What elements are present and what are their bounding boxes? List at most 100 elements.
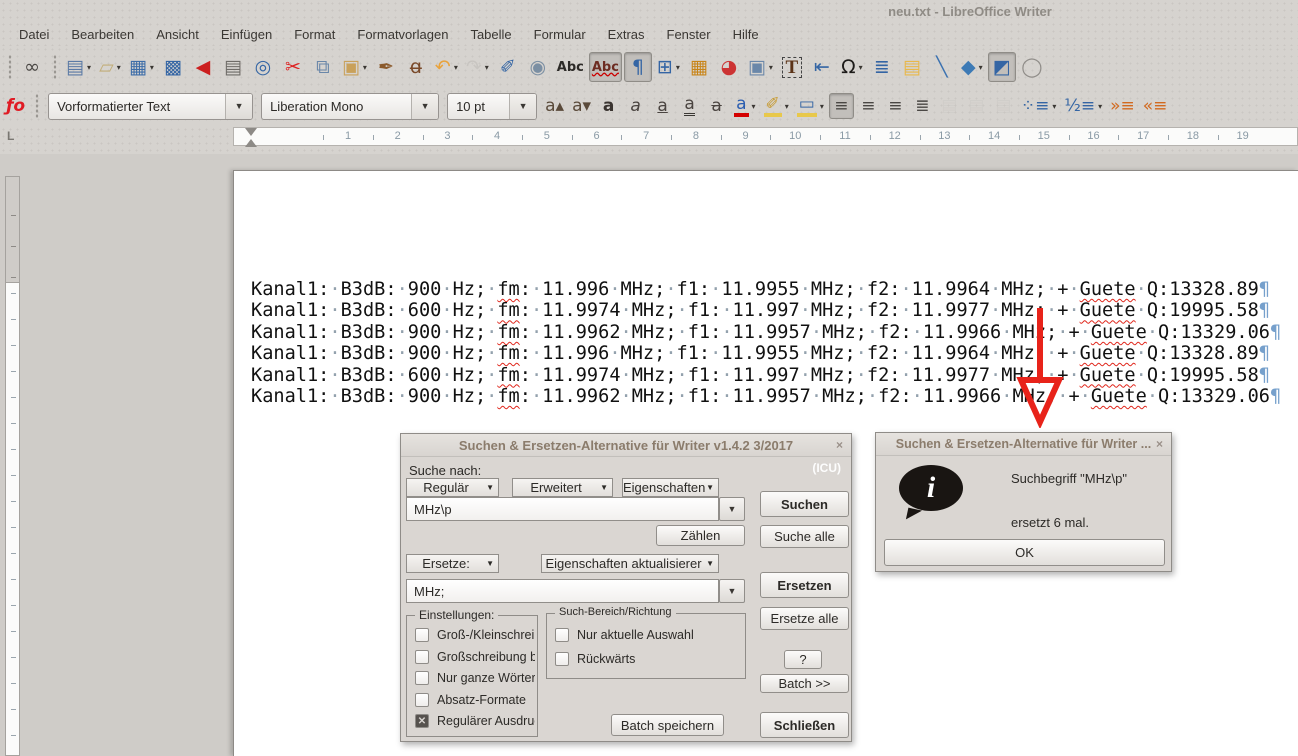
export-pdf-icon[interactable]: ◀ — [189, 52, 217, 82]
replace-all-button[interactable]: Ersetze alle — [760, 607, 849, 630]
paragraph-style-combo[interactable]: Vorformatierter Text ▼ — [48, 93, 253, 120]
unchecked-checkbox-icon[interactable] — [415, 671, 429, 685]
shrink-font-icon[interactable]: a▾ — [569, 93, 594, 119]
menu-datei[interactable]: Datei — [8, 24, 60, 46]
insert-line-icon[interactable]: ╲ — [928, 52, 956, 82]
chevron-down-icon[interactable]: ▾ — [485, 63, 489, 72]
font-name-combo[interactable]: Liberation Mono ▼ — [261, 93, 439, 120]
search-all-button[interactable]: Suche alle — [760, 525, 849, 548]
replace-input[interactable]: MHz; — [406, 579, 719, 603]
save-icon[interactable]: ▦▾ — [126, 52, 157, 82]
toolbar-grip[interactable] — [33, 93, 40, 119]
align-center-icon[interactable]: ≡ — [856, 93, 881, 119]
navigator-icon[interactable]: ◉ — [524, 52, 552, 82]
replace-button[interactable]: Ersetzen — [760, 572, 849, 598]
undo-icon[interactable]: ↶▾ — [432, 52, 461, 82]
spellcheck-icon[interactable]: Abc — [554, 52, 587, 82]
clear-formatting-icon[interactable]: ɑ̶ — [402, 52, 430, 82]
basic-shapes-icon[interactable]: ◆▾ — [958, 52, 986, 82]
auto-spellcheck-icon[interactable]: Abc — [589, 52, 622, 82]
menu-formatvorlagen[interactable]: Formatvorlagen — [346, 24, 459, 46]
unchecked-checkbox-icon[interactable] — [415, 693, 429, 707]
chevron-down-icon[interactable]: ▼ — [509, 94, 536, 119]
increase-indent-icon[interactable]: »≡ — [1107, 93, 1138, 119]
zoom-icon[interactable]: ◯ — [1018, 52, 1046, 82]
font-color-icon[interactable]: a▾ — [731, 93, 758, 119]
vertical-ruler[interactable] — [5, 176, 20, 756]
update-properties-dropdown[interactable]: Eigenschaften aktualisierer ▼ — [541, 554, 719, 573]
search-history-dropdown-icon[interactable]: ▼ — [719, 497, 745, 521]
clone-formatting-icon[interactable]: ✒ — [372, 52, 400, 82]
decrease-indent-icon[interactable]: «≡ — [1140, 93, 1171, 119]
help-button[interactable]: ? — [784, 650, 822, 669]
count-button[interactable]: Zählen — [656, 525, 745, 546]
menu-bearbeiten[interactable]: Bearbeiten — [60, 24, 145, 46]
menu-extras[interactable]: Extras — [597, 24, 656, 46]
scope-checkbox[interactable]: Rückwärts — [555, 652, 743, 666]
toolbar-grip[interactable] — [51, 54, 58, 80]
search-input[interactable]: MHz\p — [406, 497, 719, 521]
align-justify-icon[interactable]: ≣ — [910, 93, 935, 119]
print-preview-icon[interactable]: ◎ — [249, 52, 277, 82]
save-timestamp-icon[interactable]: ▩ — [159, 52, 187, 82]
insert-table-icon[interactable]: ⊞▾ — [654, 52, 683, 82]
spacing-1-icon[interactable]: ▤ — [937, 93, 962, 119]
chevron-down-icon[interactable]: ▾ — [1052, 102, 1056, 111]
horizontal-ruler[interactable]: 12345678910111213141516171819 — [233, 127, 1298, 146]
formatting-marks-icon[interactable]: ¶ — [624, 52, 652, 82]
indent-marker[interactable] — [244, 128, 258, 147]
dialog-title-bar[interactable]: Suchen & Ersetzen-Alternative für Writer… — [876, 433, 1171, 456]
replace-dropdown[interactable]: Ersetze: ▼ — [406, 554, 499, 573]
spacing-3-icon[interactable]: ▤ — [991, 93, 1016, 119]
align-right-icon[interactable]: ≡ — [883, 93, 908, 119]
chevron-down-icon[interactable]: ▾ — [752, 102, 756, 111]
bullet-list-icon[interactable]: ⁘≡▾ — [1018, 93, 1060, 119]
grow-font-icon[interactable]: a▴ — [542, 93, 567, 119]
setting-checkbox[interactable]: Großschreibung beib — [415, 650, 535, 664]
background-color-icon[interactable]: ▭▾ — [794, 93, 827, 119]
regular-dropdown[interactable]: Regulär ▼ — [406, 478, 499, 497]
setting-checkbox[interactable]: Nur ganze Wörter — [415, 671, 535, 685]
chevron-down-icon[interactable]: ▾ — [363, 63, 367, 72]
align-left-icon[interactable]: ≡ — [829, 93, 854, 119]
find-toolbar-icon[interactable]: ∞ — [18, 52, 46, 82]
redo-icon[interactable]: ↷▾ — [463, 52, 492, 82]
chevron-down-icon[interactable]: ▾ — [87, 63, 91, 72]
double-underline-a-icon[interactable]: a — [677, 93, 702, 119]
menu-ansicht[interactable]: Ansicht — [145, 24, 210, 46]
close-icon[interactable]: × — [836, 438, 843, 452]
chevron-down-icon[interactable]: ▾ — [150, 63, 154, 72]
show-draw-functions-icon[interactable]: ◩ — [988, 52, 1016, 82]
numbered-list-icon[interactable]: ½≡▾ — [1061, 93, 1105, 119]
chevron-down-icon[interactable]: ▼ — [225, 94, 252, 119]
insert-frame-icon[interactable]: ▣▾ — [745, 52, 776, 82]
checked-checkbox-icon[interactable]: ✕ — [415, 714, 429, 728]
chevron-down-icon[interactable]: ▼ — [411, 94, 438, 119]
highlight-color-icon[interactable]: ✐▾ — [761, 93, 792, 119]
menu-format[interactable]: Format — [283, 24, 346, 46]
insert-page-break-icon[interactable]: ⇤ — [808, 52, 836, 82]
unchecked-checkbox-icon[interactable] — [415, 628, 429, 642]
strikethrough-a-icon[interactable]: a — [704, 93, 729, 119]
toolbar-grip[interactable] — [6, 54, 13, 80]
macro-logo-icon[interactable]: ƒo — [3, 93, 28, 119]
chevron-down-icon[interactable]: ▾ — [769, 63, 773, 72]
dialog-title-bar[interactable]: Suchen & Ersetzen-Alternative für Writer… — [401, 434, 851, 457]
batch-button[interactable]: Batch >> — [760, 674, 849, 693]
batch-save-button[interactable]: Batch speichern — [611, 714, 724, 736]
chevron-down-icon[interactable]: ▾ — [1098, 102, 1102, 111]
tab-stop-selector[interactable]: L — [7, 129, 14, 143]
chevron-down-icon[interactable]: ▾ — [979, 63, 983, 72]
new-document-icon[interactable]: ▤▾ — [63, 52, 94, 82]
chevron-down-icon[interactable]: ▾ — [785, 102, 789, 111]
spacing-2-icon[interactable]: ▤ — [964, 93, 989, 119]
cut-icon[interactable]: ✂ — [279, 52, 307, 82]
document-text[interactable]: Kanal1:·B3dB:·900·Hz;·fm:·11.996·MHz;·f1… — [251, 279, 1281, 407]
unchecked-checkbox-icon[interactable] — [415, 650, 429, 664]
chevron-down-icon[interactable]: ▾ — [676, 63, 680, 72]
italic-a-icon[interactable]: a — [623, 93, 648, 119]
unchecked-checkbox-icon[interactable] — [555, 652, 569, 666]
chevron-down-icon[interactable]: ▾ — [454, 63, 458, 72]
bold-a-icon[interactable]: a — [596, 93, 621, 119]
setting-checkbox[interactable]: Absatz-Formate — [415, 693, 535, 707]
